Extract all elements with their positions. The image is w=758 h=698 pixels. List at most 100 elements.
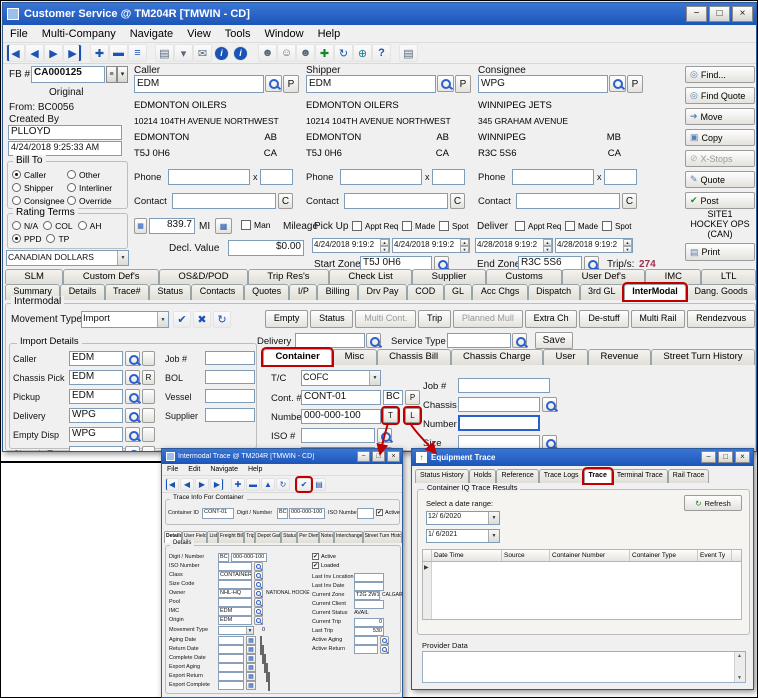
- deliver-spot-checkbox[interactable]: Spot: [602, 221, 631, 231]
- contact-button[interactable]: C: [278, 193, 293, 209]
- current-trip-input[interactable]: 0: [354, 618, 384, 627]
- tab[interactable]: Trace#: [105, 284, 149, 300]
- profile-button[interactable]: P: [455, 75, 471, 93]
- cancel-icon[interactable]: ✖: [193, 311, 211, 328]
- info-icon[interactable]: i: [214, 46, 229, 61]
- class-input[interactable]: CONTAINER: [218, 571, 252, 580]
- menu-item[interactable]: Multi-Company: [35, 26, 123, 42]
- print-options-icon[interactable]: ▾: [174, 44, 193, 62]
- tab[interactable]: Custom Def's: [63, 269, 159, 284]
- man-checkbox[interactable]: Man: [241, 220, 271, 230]
- refresh-icon[interactable]: ↻: [213, 311, 231, 328]
- origin-input[interactable]: EDM: [218, 616, 252, 625]
- rating-radio[interactable]: TP: [46, 232, 69, 245]
- tab[interactable]: OS&D/POD: [159, 269, 248, 284]
- column-header[interactable]: Event Ty: [698, 550, 732, 561]
- fb-list-icon[interactable]: ≡: [106, 66, 117, 83]
- contact-icon[interactable]: ☺: [277, 44, 296, 62]
- refresh-icon[interactable]: ↻: [276, 478, 290, 491]
- search-icon[interactable]: [254, 607, 263, 616]
- remove-record-icon[interactable]: ▬: [246, 478, 260, 491]
- tab[interactable]: Customs: [486, 269, 562, 284]
- rating-radio[interactable]: PPD: [12, 232, 41, 245]
- field-input[interactable]: [69, 446, 123, 452]
- last-inv-location-input[interactable]: [354, 573, 384, 582]
- nav-next-icon[interactable]: ▶: [44, 44, 63, 62]
- dropdown-arrow-icon[interactable]: [157, 312, 168, 327]
- tab[interactable]: COD: [407, 284, 444, 300]
- deliver-appt-checkbox[interactable]: Appt Req: [515, 221, 561, 231]
- r-button[interactable]: [142, 389, 155, 404]
- pickup-date-to[interactable]: 4/24/2018 9:19:2: [392, 238, 470, 253]
- menu-item[interactable]: Window: [257, 26, 310, 42]
- tab[interactable]: List: [207, 531, 218, 543]
- p-button[interactable]: P: [405, 390, 420, 405]
- digit-input[interactable]: BC: [383, 390, 403, 405]
- deliver-made-checkbox[interactable]: Made: [565, 221, 598, 231]
- email-icon[interactable]: ✉: [193, 44, 212, 62]
- mileage-button[interactable]: Mileage: [283, 221, 318, 232]
- tab[interactable]: User: [543, 349, 588, 365]
- provider-data-box[interactable]: [422, 651, 746, 683]
- active-checkbox[interactable]: Active: [312, 553, 336, 560]
- dropdown-arrow-icon[interactable]: [369, 371, 380, 385]
- pickup-appt-checkbox[interactable]: Appt Req: [352, 221, 398, 231]
- nav-first-icon[interactable]: ◀: [165, 478, 179, 491]
- close-button[interactable]: ×: [735, 451, 750, 463]
- spinner[interactable]: [380, 239, 389, 252]
- tab[interactable]: Status: [281, 531, 297, 543]
- menu-item[interactable]: Help: [311, 26, 348, 42]
- tab[interactable]: Dispatch: [528, 284, 580, 300]
- tab[interactable]: Terminal Trace: [612, 469, 668, 483]
- date-from-picker[interactable]: 12/ 6/2020: [426, 511, 500, 525]
- tab[interactable]: Chassis Bill: [377, 349, 451, 365]
- copy-button[interactable]: ▣Copy: [685, 129, 755, 146]
- about-icon[interactable]: i: [233, 46, 248, 61]
- intermodal-action-button[interactable]: De-stuff: [579, 310, 628, 328]
- title-bar[interactable]: Customer Service @ TM204R [TMWIN - CD] −…: [3, 3, 756, 25]
- maximize-button[interactable]: □: [709, 6, 730, 22]
- confirm-icon[interactable]: ✔: [297, 478, 311, 491]
- intermodal-action-button[interactable]: Extra Ch: [525, 310, 578, 328]
- search-icon[interactable]: [512, 333, 527, 348]
- bill-to-radio[interactable]: Consignee: [12, 194, 67, 207]
- bill-to-radio[interactable]: Shipper: [12, 181, 67, 194]
- tab[interactable]: Drv Pay: [358, 284, 407, 300]
- intermodal-action-button[interactable]: Status: [310, 310, 353, 328]
- help-icon[interactable]: ?: [372, 44, 391, 62]
- new-doc-icon[interactable]: ▤: [399, 44, 418, 62]
- current-client-input[interactable]: [354, 600, 384, 609]
- last-trip-input[interactable]: 530: [354, 627, 384, 636]
- contact-input[interactable]: [516, 193, 620, 209]
- phone-input[interactable]: [512, 169, 594, 185]
- search-icon[interactable]: [254, 589, 263, 598]
- customer-icon[interactable]: ☻: [258, 44, 277, 62]
- tab[interactable]: Holds: [469, 469, 497, 483]
- print-button[interactable]: ▤Print: [685, 243, 755, 261]
- menu-item[interactable]: File: [3, 26, 35, 42]
- tab[interactable]: GL: [444, 284, 473, 300]
- contact-button[interactable]: C: [622, 193, 637, 209]
- fb-dropdown-icon[interactable]: ▾: [117, 66, 128, 83]
- contact-input[interactable]: [172, 193, 276, 209]
- nav-last-icon[interactable]: ▶: [210, 478, 224, 491]
- nav-next-icon[interactable]: ▶: [195, 478, 209, 491]
- calendar-icon[interactable]: [246, 672, 256, 681]
- field-input[interactable]: WPG: [69, 408, 123, 423]
- tab[interactable]: Supplier: [412, 269, 486, 284]
- bill-to-radio[interactable]: Other: [67, 168, 122, 181]
- search-icon[interactable]: [125, 427, 140, 442]
- tab[interactable]: Rail Trace: [668, 469, 710, 483]
- current-zone-input[interactable]: T2G 2W1: [354, 591, 380, 600]
- tab[interactable]: Details: [60, 284, 104, 300]
- tc-select[interactable]: COFC: [301, 370, 381, 386]
- post-edit-icon[interactable]: ▲: [261, 478, 275, 491]
- active-return-input[interactable]: [354, 645, 378, 654]
- iso-input[interactable]: [218, 562, 252, 571]
- menu-item[interactable]: Tools: [218, 26, 258, 42]
- date-to-picker[interactable]: 1/ 6/2021: [426, 529, 500, 543]
- search-icon[interactable]: [380, 636, 389, 645]
- rating-radio[interactable]: N/A: [12, 219, 38, 232]
- search-icon[interactable]: [254, 616, 263, 625]
- calendar-icon[interactable]: [246, 636, 256, 645]
